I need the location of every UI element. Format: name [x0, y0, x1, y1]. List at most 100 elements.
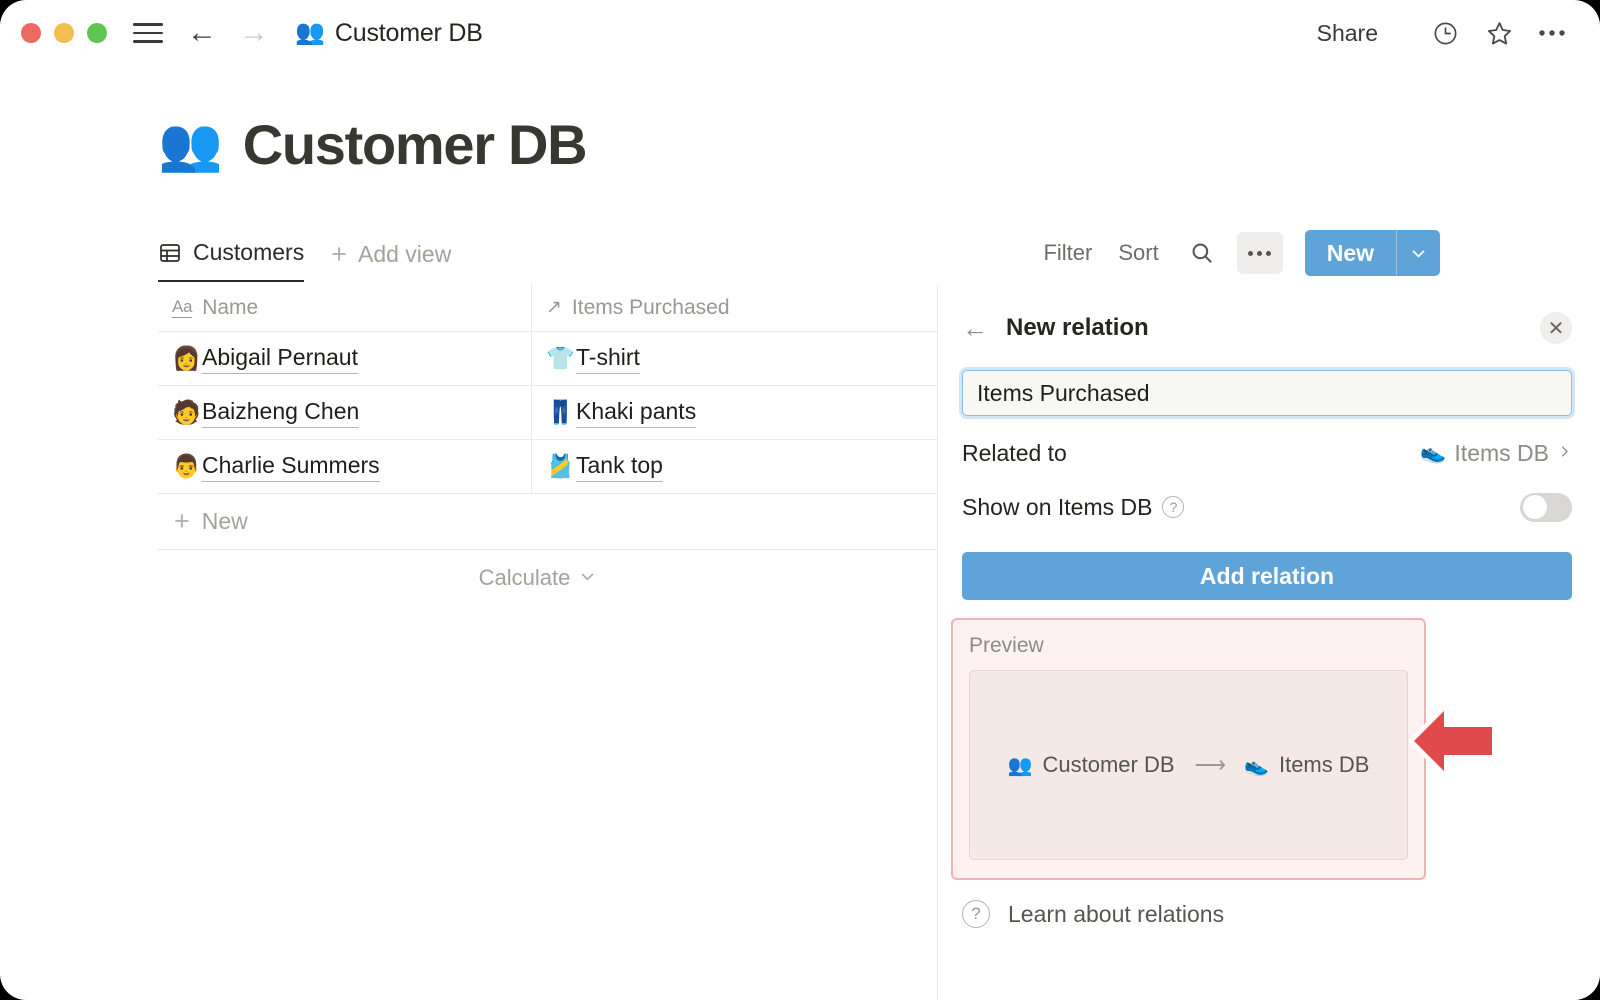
row-name-text[interactable]: Abigail Pernaut [202, 344, 358, 374]
question-circle-icon: ? [962, 900, 990, 928]
arrow-left-icon[interactable]: ← [187, 18, 217, 48]
preview-diagram: 👥 Customer DB ⟶ 👟 Items DB [969, 670, 1408, 860]
people-emoji: 👥 [1007, 754, 1033, 777]
cell-items-purchased[interactable]: 🎽 Tank top [532, 440, 937, 493]
row-item-text[interactable]: T-shirt [576, 344, 640, 374]
preview-source-node: 👥 Customer DB [1008, 752, 1175, 778]
related-to-value-group[interactable]: 👟 Items DB [1420, 440, 1572, 467]
new-record-label: New [1326, 239, 1374, 266]
learn-about-relations-link[interactable]: ? Learn about relations [962, 900, 1572, 928]
show-on-related-db-row[interactable]: Show on Items DB ? [962, 490, 1572, 524]
calculate-label: Calculate [478, 565, 571, 590]
breadcrumb[interactable]: Customer DB [335, 19, 483, 48]
column-header-name[interactable]: Aa Name [158, 284, 532, 331]
item-emoji: 👖 [546, 399, 575, 425]
titlebar-actions: Share [1317, 14, 1600, 52]
row-name-text[interactable]: Baizheng Chen [202, 398, 360, 428]
table-row[interactable]: 👨 Charlie Summers 🎽 Tank top [158, 440, 937, 494]
related-to-value: Items DB [1454, 439, 1549, 466]
preview-target-node: 👟 Items DB [1244, 752, 1369, 778]
star-icon[interactable] [1480, 14, 1518, 52]
filter-button[interactable]: Filter [1043, 240, 1092, 266]
question-circle-icon[interactable]: ? [1162, 496, 1185, 518]
share-button[interactable]: Share [1317, 20, 1378, 47]
new-record-button[interactable]: New [1304, 230, 1440, 276]
item-emoji: 🎽 [546, 453, 575, 479]
table-row[interactable]: 🧑 Baizheng Chen 👖 Khaki pants [158, 386, 937, 440]
related-to-label: Related to [962, 439, 1067, 466]
panel-title: New relation [1006, 314, 1149, 341]
annotation-arrow-left [1404, 697, 1500, 785]
relation-arrow-icon: ↗ [546, 297, 562, 318]
cell-name[interactable]: 👩 Abigail Pernaut [158, 332, 532, 385]
traffic-lights [21, 23, 107, 43]
arrow-left-icon[interactable]: ← [962, 313, 996, 344]
relation-name-input[interactable]: Items Purchased [962, 370, 1572, 416]
tab-customers[interactable]: Customers [158, 239, 305, 282]
item-emoji: 👕 [546, 345, 575, 371]
add-view-button[interactable]: + Add view [331, 238, 452, 282]
search-icon[interactable] [1185, 236, 1219, 270]
ellipsis-icon[interactable] [1534, 14, 1572, 52]
preview-arrow-icon: ⟶ [1194, 752, 1227, 777]
calculate-button[interactable]: Calculate [158, 550, 937, 606]
close-icon[interactable]: ✕ [1540, 312, 1572, 344]
plus-icon: + [331, 238, 347, 269]
preview-source-label: Customer DB [1042, 752, 1175, 777]
sort-button[interactable]: Sort [1118, 240, 1158, 266]
window-titlebar: ← → 👥 Customer DB Share [0, 0, 1600, 66]
shoe-emoji: 👟 [1244, 754, 1269, 777]
cell-items-purchased[interactable]: 👕 T-shirt [532, 332, 937, 385]
page-title-emoji: 👥 [158, 115, 223, 174]
cell-items-purchased[interactable]: 👖 Khaki pants [532, 386, 937, 439]
chevron-down-icon[interactable] [1397, 230, 1440, 276]
row-item-text[interactable]: Tank top [576, 452, 663, 482]
database-table: Aa Name ↗ Items Purchased 👩 Abigail Pern… [158, 284, 937, 606]
table-grid-icon [158, 241, 182, 265]
tab-customers-label: Customers [193, 239, 305, 265]
show-on-label: Show on Items DB [962, 493, 1153, 520]
relation-name-value: Items Purchased [977, 379, 1150, 406]
close-window-button[interactable] [21, 23, 41, 43]
clock-icon[interactable] [1426, 14, 1464, 52]
add-relation-button[interactable]: Add relation [962, 552, 1572, 600]
text-type-icon: Aa [172, 297, 193, 318]
table-row[interactable]: 👩 Abigail Pernaut 👕 T-shirt [158, 332, 937, 386]
add-relation-label: Add relation [1199, 562, 1335, 589]
toggle-knob [1523, 495, 1547, 519]
person-emoji: 👩 [172, 345, 201, 371]
minimize-window-button[interactable] [54, 23, 74, 43]
breadcrumb-emoji: 👥 [295, 19, 325, 46]
chevron-right-icon [1557, 440, 1572, 467]
show-on-toggle[interactable] [1520, 492, 1572, 522]
chevron-down-icon [579, 565, 596, 591]
page-title: 👥 Customer DB [158, 112, 588, 177]
table-more-options-button[interactable] [1236, 232, 1283, 274]
cell-name[interactable]: 🧑 Baizheng Chen [158, 386, 532, 439]
maximize-window-button[interactable] [87, 23, 107, 43]
add-view-label: Add view [357, 241, 452, 267]
database-toolbar: Filter Sort New [1043, 226, 1440, 280]
row-item-text[interactable]: Khaki pants [576, 398, 697, 428]
person-emoji: 👨 [172, 453, 201, 479]
column-header-name-label: Name [202, 295, 259, 319]
column-header-items-purchased[interactable]: ↗ Items Purchased [532, 284, 937, 331]
page-title-text[interactable]: Customer DB [243, 112, 588, 177]
arrow-right-icon[interactable]: → [239, 18, 269, 48]
shoe-emoji: 👟 [1420, 441, 1447, 464]
app-window: ← → 👥 Customer DB Share 👥 Customer DB Cu… [0, 0, 1600, 1000]
person-emoji: 🧑 [172, 399, 201, 425]
related-to-row[interactable]: Related to 👟 Items DB [962, 436, 1572, 470]
plus-icon: + [174, 505, 190, 536]
table-header-row: Aa Name ↗ Items Purchased [158, 284, 937, 332]
hamburger-icon[interactable] [133, 23, 163, 43]
add-row-button[interactable]: + New [158, 494, 937, 550]
cell-name[interactable]: 👨 Charlie Summers [158, 440, 532, 493]
new-relation-panel: ← New relation ✕ Items Purchased Related… [937, 284, 1600, 1000]
preview-label: Preview [969, 634, 1044, 657]
add-row-label: New [201, 508, 248, 534]
panel-header: ← New relation ✕ [962, 306, 1572, 350]
row-name-text[interactable]: Charlie Summers [202, 452, 380, 482]
learn-about-relations-label: Learn about relations [1008, 900, 1225, 927]
preview-target-label: Items DB [1278, 752, 1370, 777]
